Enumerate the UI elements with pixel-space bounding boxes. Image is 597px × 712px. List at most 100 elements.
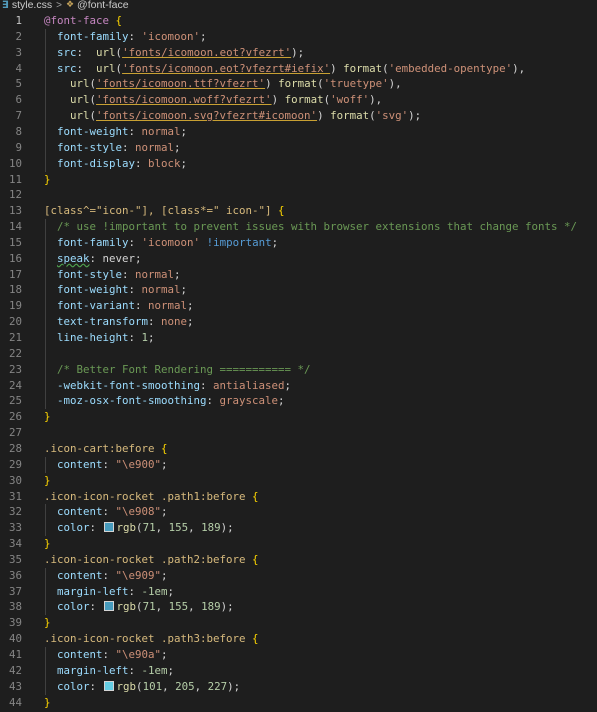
code-line[interactable]: 42 margin-left: -1em; <box>0 662 597 679</box>
color-swatch[interactable] <box>103 522 114 533</box>
code-token: 155 <box>168 600 189 614</box>
code-token: 'svg' <box>375 109 409 123</box>
code-line[interactable]: 27 <box>0 425 597 441</box>
indent-guide <box>45 92 46 109</box>
line-number: 22 <box>8 346 22 360</box>
code-token: font-variant <box>57 299 136 313</box>
indent-guide <box>45 456 46 473</box>
line-number: 15 <box>8 235 22 249</box>
line-code: [class^="icon-"], [class*=" icon-"] { <box>44 203 285 219</box>
code-line[interactable]: 40 .icon-icon-rocket .path3:before { <box>0 631 597 647</box>
line-number: 31 <box>8 489 22 503</box>
code-token: normal <box>135 140 175 154</box>
code-line[interactable]: 29 content: "\e900"; <box>0 456 597 473</box>
line-code: color: rgb(71, 155, 189); <box>57 520 234 536</box>
code-line[interactable]: 34} <box>0 536 597 552</box>
code-line[interactable]: 30} <box>0 473 597 489</box>
code-line[interactable]: 35 .icon-icon-rocket .path2:before { <box>0 552 597 568</box>
line-number: 3 <box>15 45 22 59</box>
code-line[interactable]: 12 <box>0 187 597 203</box>
code-token: font-display <box>57 156 136 170</box>
code-token: format <box>343 61 383 75</box>
code-token: 155 <box>168 521 189 535</box>
code-token: url <box>70 77 90 91</box>
code-token: ; <box>161 568 168 582</box>
code-line[interactable]: 18 font-weight: normal; <box>0 282 597 299</box>
code-line[interactable]: 22 <box>0 345 597 362</box>
line-number: 5 <box>15 77 22 91</box>
code-token: : <box>102 568 116 582</box>
code-line[interactable]: 31 .icon-icon-rocket .path1:before { <box>0 489 597 505</box>
code-line[interactable]: 14 /* use !important to prevent issues wi… <box>0 219 597 236</box>
code-line[interactable]: 41 content: "\e90a"; <box>0 647 597 663</box>
code-token: ; <box>278 394 285 408</box>
color-swatch[interactable] <box>103 601 114 612</box>
code-line[interactable]: 21 line-height: 1; <box>0 330 597 346</box>
line-number: 34 <box>8 537 22 551</box>
code-line[interactable]: 43 color: rgb(101, 205, 227); <box>0 678 597 695</box>
code-line[interactable]: 28 .icon-cart:before { <box>0 441 597 457</box>
code-token: normal <box>141 124 181 138</box>
line-code: -webkit-font-smoothing: antialiased; <box>57 378 291 394</box>
indent-guide <box>45 266 46 283</box>
code-line[interactable]: 19 font-variant: normal; <box>0 298 597 315</box>
line-code: url('fonts/icomoon.woff?vfezrt') format(… <box>57 92 382 108</box>
code-line[interactable]: 13 [class^="icon-"], [class*=" icon-"] { <box>0 203 597 219</box>
code-line[interactable]: 24 -webkit-font-smoothing: antialiased; <box>0 377 597 394</box>
line-number: 30 <box>8 473 22 487</box>
code-token: 'icomoon' <box>141 235 201 249</box>
indent-guide <box>45 377 46 394</box>
code-token: -moz-osx-font-smoothing <box>57 394 207 408</box>
line-code: .icon-cart:before { <box>44 441 168 457</box>
code-token: 'fonts/icomoon.svg?vfezrt#icomoon' <box>96 109 318 123</box>
code-line[interactable]: 5 url('fonts/icomoon.ttf?vfezrt') format… <box>0 76 597 93</box>
code-editor[interactable]: 1 @font-face {2 font-family: 'icomoon'; 3 sr… <box>0 13 597 712</box>
code-line[interactable]: 23 /* Better Font Rendering =========== *… <box>0 361 597 378</box>
code-line[interactable]: 25 -moz-osx-font-smoothing: grayscale; <box>0 393 597 410</box>
line-code: font-weight: normal; <box>57 282 187 298</box>
code-line[interactable]: 9 font-style: normal; <box>0 139 597 156</box>
line-number: 23 <box>8 362 22 376</box>
code-token: -1em <box>141 663 168 677</box>
code-token: [class^="icon-"], [class*=" icon-"] <box>44 204 272 218</box>
code-line[interactable]: 39} <box>0 615 597 631</box>
breadcrumb-symbol[interactable]: @font-face <box>77 0 129 11</box>
line-number: 27 <box>8 426 22 440</box>
indent-guide <box>45 678 46 695</box>
code-line[interactable]: 6 url('fonts/icomoon.woff?vfezrt') forma… <box>0 92 597 109</box>
code-line[interactable]: 7 url('fonts/icomoon.svg?vfezrt#icomoon'… <box>0 108 597 125</box>
code-line[interactable]: 20 text-transform: none; <box>0 314 597 331</box>
code-line[interactable]: 2 font-family: 'icomoon'; <box>0 28 597 45</box>
line-number: 4 <box>15 61 22 75</box>
line-code: font-weight: normal; <box>57 124 187 140</box>
code-line[interactable]: 1 @font-face { <box>0 13 597 29</box>
code-token: 'woff' <box>330 93 370 107</box>
code-line[interactable]: 26} <box>0 409 597 425</box>
code-token: { <box>252 632 259 646</box>
breadcrumb-file[interactable]: style.css <box>12 0 52 11</box>
code-line[interactable]: 36 content: "\e909"; <box>0 567 597 584</box>
code-line[interactable]: 3 src: url('fonts/icomoon.eot?vfezrt'); <box>0 44 597 61</box>
code-token: ; <box>167 663 175 677</box>
code-line[interactable]: 8 font-weight: normal; <box>0 123 597 140</box>
code-line[interactable]: 44} <box>0 695 597 711</box>
code-line[interactable]: 15 font-family: 'icomoon' !important; <box>0 234 597 251</box>
code-line[interactable]: 10 font-display: block; <box>0 155 597 172</box>
code-line[interactable]: 38 color: rgb(71, 155, 189); <box>0 599 597 616</box>
code-line[interactable]: 37 margin-left: -1em; <box>0 583 597 600</box>
code-token: : never; <box>89 251 142 265</box>
code-token: : <box>128 283 142 297</box>
code-line[interactable]: 16 speak: never; <box>0 250 597 267</box>
code-line[interactable]: 4 src: url('fonts/icomoon.eot?vfezrt#iefi… <box>0 60 597 77</box>
color-swatch[interactable] <box>103 680 114 691</box>
code-line[interactable]: 11} <box>0 172 597 188</box>
indent-guide <box>45 520 46 537</box>
line-code: font-display: block; <box>57 156 187 172</box>
code-token: 227 <box>207 679 228 693</box>
code-line[interactable]: 32 content: "\e908"; <box>0 504 597 521</box>
code-token: font-family <box>57 235 129 249</box>
code-line[interactable]: 33 color: rgb(71, 155, 189); <box>0 520 597 537</box>
code-line[interactable]: 17 font-style: normal; <box>0 266 597 283</box>
